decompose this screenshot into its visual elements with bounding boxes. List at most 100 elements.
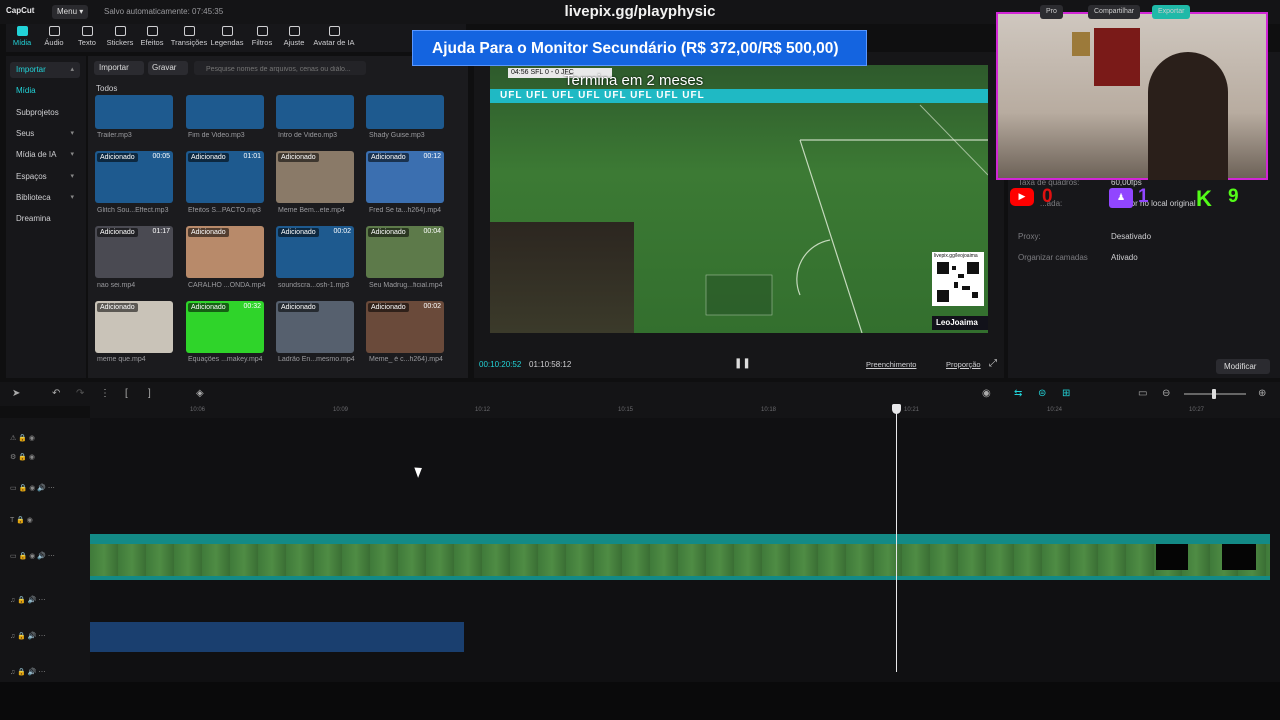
preview-axis-icon[interactable]: ▭: [1138, 388, 1147, 399]
media-thumb[interactable]: Adicionado 00:32: [186, 301, 264, 353]
menu-button[interactable]: Menu ▾: [52, 5, 88, 19]
layers-value[interactable]: Ativado: [1111, 253, 1138, 262]
sticker-icon: [114, 26, 126, 36]
redo-icon[interactable]: ↷: [76, 388, 84, 399]
tab-ai-avatar[interactable]: Avatar de IA: [313, 26, 355, 47]
audio-clip[interactable]: [90, 622, 464, 652]
tab-transitions[interactable]: Transições: [169, 26, 209, 47]
chevron-down-icon: ▾: [70, 194, 74, 201]
added-badge: Adicionado: [97, 153, 138, 162]
media-thumb[interactable]: [366, 95, 444, 129]
fullscreen-icon[interactable]: ⤢: [989, 358, 997, 369]
playhead-handle[interactable]: [892, 404, 901, 414]
zoom-in-icon[interactable]: ⊕: [1258, 388, 1266, 399]
added-badge: Adicionado: [188, 153, 229, 162]
ruler-tick: 10:18: [761, 407, 777, 413]
sidebar-item-media[interactable]: Mídia: [10, 83, 80, 99]
layers-label: Organizar camadas: [1018, 253, 1088, 262]
qr-pattern: [937, 262, 979, 302]
tab-captions[interactable]: Legendas: [207, 26, 247, 47]
video-clip[interactable]: [90, 534, 1270, 580]
added-badge: Adicionado: [278, 228, 319, 237]
sidebar-item-dreamina[interactable]: Dreamina: [10, 211, 80, 227]
sidebar-item-spaces[interactable]: Espaços ▾: [10, 169, 80, 185]
shield-icon[interactable]: ◈: [196, 388, 204, 399]
added-badge: Adicionado: [368, 228, 409, 237]
track-type-icon: ▭ 🔒 ◉ 🔊 ⋯: [10, 553, 55, 560]
media-thumb[interactable]: Adicionado: [276, 301, 354, 353]
pause-icon[interactable]: ❚❚: [734, 358, 751, 370]
media-thumb[interactable]: Adicionado 00:02: [366, 301, 444, 353]
media-thumb[interactable]: Adicionado 01:01: [186, 151, 264, 203]
ruler-tick: 10:15: [618, 407, 634, 413]
tab-effects[interactable]: Efeitos: [132, 26, 172, 47]
tab-adjust[interactable]: Ajuste: [274, 26, 314, 47]
import-button[interactable]: Importar: [94, 61, 144, 75]
magnet-icon[interactable]: ⊜: [1038, 388, 1046, 399]
export-button[interactable]: Exportar: [1152, 5, 1191, 19]
added-badge: Adicionado: [97, 228, 138, 237]
goal-countdown: Termina em 2 meses: [564, 72, 704, 89]
media-label: Meme Bem...ete.mp4: [278, 207, 345, 214]
stream-overlay-title: livepix.gg/playphysic: [564, 3, 716, 20]
sidebar-item-import[interactable]: Importar ▴: [10, 62, 80, 78]
sidebar-item-library[interactable]: Biblioteca ▾: [10, 190, 80, 206]
record-button[interactable]: Gravar: [148, 61, 188, 75]
media-thumb[interactable]: Adicionado 00:02: [276, 226, 354, 278]
proxy-value[interactable]: Desativado: [1111, 232, 1151, 241]
media-label: Fim de Video.mp3: [188, 132, 245, 139]
pro-button[interactable]: Pro: [1040, 5, 1063, 19]
media-thumb[interactable]: Adicionado 00:12: [366, 151, 444, 203]
trim-left-icon[interactable]: [: [125, 388, 128, 399]
media-thumb[interactable]: [186, 95, 264, 129]
total-duration: 01:10:58:12: [529, 360, 572, 369]
timeline-toolbar: [0, 382, 1280, 406]
media-thumb[interactable]: Adicionado: [186, 226, 264, 278]
microphone-icon[interactable]: ◉: [982, 388, 991, 399]
black-frame: [1222, 544, 1256, 570]
playhead[interactable]: [896, 404, 897, 672]
ratio-button[interactable]: Proporção: [946, 360, 981, 369]
media-label: nao sei.mp4: [97, 282, 136, 289]
media-label: Shady Guise.mp3: [369, 132, 425, 139]
track-type-icon: ⚠ 🔒 ◉: [10, 435, 35, 442]
black-frame: [1156, 544, 1188, 570]
added-badge: Adicionado: [278, 153, 319, 162]
link-icon[interactable]: ⇆: [1014, 388, 1022, 399]
search-input[interactable]: [194, 61, 366, 75]
undo-icon[interactable]: ↶: [52, 388, 60, 399]
media-thumb[interactable]: Adicionado: [95, 301, 173, 353]
sidebar-item-ai-media[interactable]: Mídia de IA ▾: [10, 147, 80, 163]
sidebar-item-yours[interactable]: Seus ▾: [10, 126, 80, 142]
media-thumb[interactable]: Adicionado 00:05: [95, 151, 173, 203]
media-thumb[interactable]: [276, 95, 354, 129]
media-icon: [16, 26, 28, 36]
text-icon: [81, 26, 93, 36]
share-button[interactable]: Compartilhar: [1088, 5, 1141, 19]
fill-button[interactable]: Preenchimento: [866, 360, 916, 369]
webcam-overlay: [996, 12, 1268, 180]
timeline-ruler[interactable]: [90, 404, 1280, 418]
ruler-tick: 10:24: [1047, 407, 1063, 413]
media-thumb[interactable]: [95, 95, 173, 129]
media-label: Fred Se ta...h264).mp4: [369, 207, 441, 214]
sidebar-item-subprojects[interactable]: Subprojetos: [10, 105, 80, 121]
bottom-bar: [0, 682, 1280, 720]
media-thumb[interactable]: Adicionado 00:04: [366, 226, 444, 278]
qr-label: livepix.gg/leojoaima: [934, 253, 978, 259]
added-badge: Adicionado: [368, 303, 409, 312]
modify-button[interactable]: Modificar: [1216, 359, 1270, 374]
zoom-out-icon[interactable]: ⊖: [1162, 388, 1170, 399]
duration: 00:02: [333, 228, 351, 235]
select-tool-icon[interactable]: ➤: [12, 388, 20, 399]
media-label: CARALHO ...ONDA.mp4: [188, 282, 266, 289]
split-icon[interactable]: ⋮: [100, 388, 110, 399]
media-thumb[interactable]: Adicionado: [276, 151, 354, 203]
zoom-slider-handle[interactable]: [1212, 389, 1216, 399]
duration: 00:04: [423, 228, 441, 235]
media-thumb[interactable]: Adicionado 01:17: [95, 226, 173, 278]
duration: 00:05: [152, 153, 170, 160]
trim-right-icon[interactable]: ]: [148, 388, 151, 399]
wall-picture: [1072, 32, 1090, 56]
snap-icon[interactable]: ⊞: [1062, 388, 1070, 399]
